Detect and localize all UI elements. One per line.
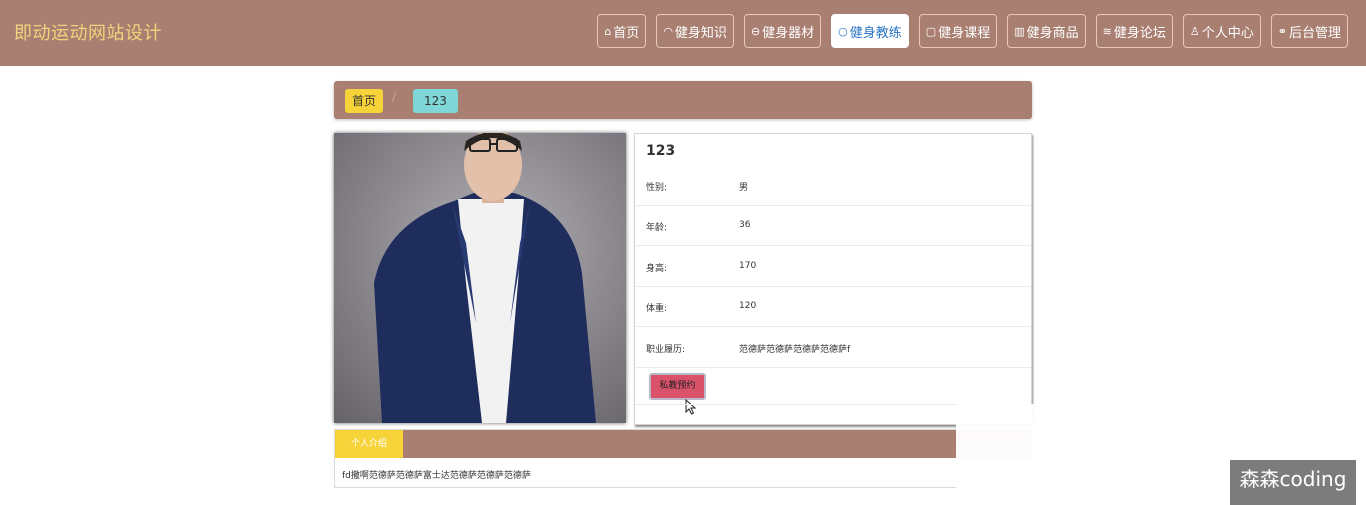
home-icon: ⌂ — [604, 24, 612, 38]
nav-label: 个人中心 — [1201, 25, 1254, 41]
mouse-cursor-icon — [685, 399, 697, 415]
field-label: 年龄: — [646, 223, 668, 233]
field-value: 120 — [739, 301, 757, 311]
nav-label: 健身教练 — [849, 25, 902, 41]
info-row-age: 年龄: 36 — [635, 206, 1031, 246]
nav-item-course[interactable]: ▢ 健身课程 — [918, 14, 998, 48]
field-value: 范德萨范德萨范德萨范德萨f — [739, 345, 851, 355]
nav-item-coach[interactable]: ○ 健身教练 — [831, 14, 909, 48]
nav-label: 健身商品 — [1026, 25, 1079, 41]
info-row-height: 身高: 170 — [635, 247, 1031, 287]
intro-text: fd撒啊范德萨范德萨富士达范德萨范德萨范德萨 — [342, 471, 531, 481]
coach-name: 123 — [646, 143, 676, 159]
nav-label: 健身知识 — [674, 25, 727, 41]
knowledge-icon: ◠ — [663, 24, 673, 38]
breadcrumb-home-link[interactable]: 首页 — [345, 89, 384, 113]
forum-icon: ≋ — [1102, 24, 1112, 38]
course-icon: ▢ — [925, 24, 937, 38]
coach-info-card: 123 性别: 男 年龄: 36 身高: 170 体重: 120 职业履历: 范德萨范德萨… — [634, 133, 1032, 425]
nav-item-admin[interactable]: ⚭ 后台管理 — [1270, 14, 1348, 48]
info-row-weight: 体重: 120 — [635, 287, 1031, 327]
breadcrumb: 首页 / 123 — [334, 81, 1032, 119]
field-label: 体重: — [646, 304, 668, 314]
equipment-icon: ⊖ — [750, 24, 761, 38]
breadcrumb-separator: / — [392, 90, 397, 104]
info-row-gender: 性别: 男 — [635, 166, 1031, 206]
field-value: 170 — [739, 261, 757, 271]
admin-link-icon: ⚭ — [1277, 24, 1287, 38]
private-coaching-booking-button[interactable]: 私教预约 — [649, 373, 706, 400]
top-navbar: 即动运动网站设计 ⌂ 首页 ◠ 健身知识 ⊖ 健身器材 ○ 健身教练 ▢ 健身课程 ▥ 健身… — [0, 0, 1366, 66]
nav-label: 健身课程 — [938, 25, 991, 41]
nav-item-equipment[interactable]: ⊖ 健身器材 — [743, 14, 822, 48]
tab-personal-intro[interactable]: 个人介绍 — [335, 430, 403, 458]
field-label: 性别: — [646, 183, 668, 193]
breadcrumb-current: 123 — [413, 89, 458, 113]
field-label: 职业履历: — [646, 345, 686, 355]
nav-label: 首页 — [613, 25, 640, 41]
nav-item-knowledge[interactable]: ◠ 健身知识 — [656, 14, 734, 48]
nav-label: 健身器材 — [762, 25, 815, 41]
watermark: 森森coding — [1230, 460, 1356, 505]
field-value: 男 — [739, 183, 749, 193]
intro-panel: 个人介绍 fd撒啊范德萨范德萨富士达范德萨范德萨范德萨 — [334, 429, 1032, 488]
nav-item-user-center[interactable]: ♙ 个人中心 — [1182, 14, 1261, 48]
nav-item-forum[interactable]: ≋ 健身论坛 — [1095, 14, 1173, 48]
coach-photo — [334, 133, 626, 423]
user-icon: ♙ — [1189, 24, 1200, 38]
intro-tab-bar: 个人介绍 — [335, 430, 1031, 458]
nav-label: 后台管理 — [1288, 25, 1341, 41]
nav-item-home[interactable]: ⌂ 首页 — [597, 14, 647, 48]
coach-icon: ○ — [838, 24, 848, 38]
main-nav: ⌂ 首页 ◠ 健身知识 ⊖ 健身器材 ○ 健身教练 ▢ 健身课程 ▥ 健身商品 ≋ 健身论坛 … — [597, 14, 1348, 48]
site-title: 即动运动网站设计 — [14, 23, 162, 44]
nav-item-goods[interactable]: ▥ 健身商品 — [1007, 14, 1086, 48]
info-row-career: 职业履历: 范德萨范德萨范德萨范德萨f — [635, 328, 1031, 368]
nav-label: 健身论坛 — [1113, 25, 1166, 41]
field-value: 36 — [739, 220, 751, 230]
goods-icon: ▥ — [1014, 24, 1025, 38]
field-label: 身高: — [646, 264, 668, 274]
